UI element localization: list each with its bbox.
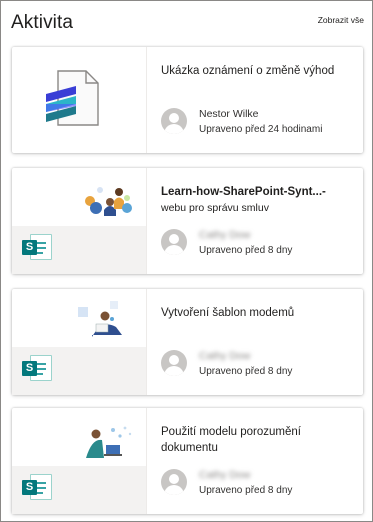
person-name: Nestor Wilke — [199, 108, 259, 120]
document-title[interactable]: Vytvoření šablon modemů — [161, 305, 355, 321]
card-thumbnail: S — [12, 408, 147, 514]
document-title-text: Learn-how-SharePoint-Synt...- — [161, 186, 326, 198]
sharepoint-page-icon: S — [22, 355, 52, 381]
activity-title: Aktivita — [11, 12, 74, 33]
card-thumbnail — [12, 47, 147, 153]
modified-time: Upraveno před 8 dny — [199, 485, 293, 496]
activity-header: Aktivita Zobrazit vše — [11, 12, 364, 36]
card-thumbnail: S — [12, 289, 147, 395]
sharepoint-page-icon: S — [22, 234, 52, 260]
document-title[interactable]: Ukázka oznámení o změně výhod — [161, 63, 355, 79]
person-name: Cathy Dow — [199, 469, 251, 481]
modified-time: Upraveno před 8 dny — [199, 245, 293, 256]
activity-panel: Aktivita Zobrazit vše Ukázka oznámení o … — [0, 0, 373, 522]
document-title-text: Ukázka oznámení o změně výhod — [161, 65, 335, 77]
avatar — [161, 350, 187, 376]
activity-card[interactable]: Ukázka oznámení o změně výhod Nestor Wil… — [12, 47, 363, 153]
people-illustration-icon — [85, 187, 132, 216]
person-laptop-illustration-icon — [86, 426, 132, 458]
modified-time: Upraveno před 8 dny — [199, 366, 293, 377]
avatar — [161, 108, 187, 134]
card-info: Použití modelu porozumění dokumentu Cath… — [161, 408, 355, 514]
activity-card[interactable]: S Vytvoření šablon modemů Cathy Dow Upra… — [12, 289, 363, 395]
document-title-text: Použití modelu porozumění dokumentu — [161, 426, 301, 454]
document-title[interactable]: Learn-how-SharePoint-Synt...- webu pro s… — [161, 184, 355, 216]
person-illustration-icon — [78, 301, 122, 337]
sharepoint-page-icon: S — [22, 474, 52, 500]
card-info: Learn-how-SharePoint-Synt...- webu pro s… — [161, 168, 355, 274]
activity-card[interactable]: S Learn-how-SharePoint-Synt...- webu pro… — [12, 168, 363, 274]
avatar — [161, 469, 187, 495]
avatar — [161, 229, 187, 255]
document-title-continued: webu pro správu smluv — [161, 202, 269, 214]
card-info: Ukázka oznámení o změně výhod Nestor Wil… — [161, 47, 355, 153]
document-title[interactable]: Použití modelu porozumění dokumentu — [161, 424, 355, 456]
see-all-link[interactable]: Zobrazit vše — [318, 15, 364, 25]
card-thumbnail: S — [12, 168, 147, 274]
card-info: Vytvoření šablon modemů Cathy Dow Uprave… — [161, 289, 355, 395]
modified-time: Upraveno před 24 hodinami — [199, 124, 323, 135]
stream-file-icon — [46, 70, 99, 126]
document-title-text: Vytvoření šablon modemů — [161, 307, 295, 319]
person-name: Cathy Dow — [199, 350, 251, 362]
person-name: Cathy Dow — [199, 229, 251, 241]
activity-card[interactable]: S Použití modelu porozumění dokumentu Ca… — [12, 408, 363, 514]
